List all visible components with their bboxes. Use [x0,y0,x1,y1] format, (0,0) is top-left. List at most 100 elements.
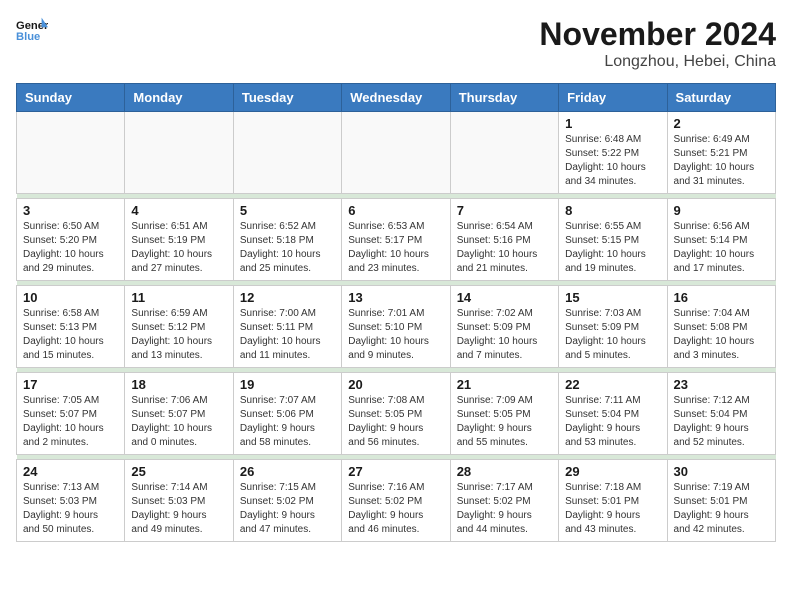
day-info: Sunrise: 7:15 AM Sunset: 5:02 PM Dayligh… [240,481,335,537]
weekday-header-friday: Friday [559,84,667,112]
day-number: 17 [23,377,118,392]
weekday-header-sunday: Sunday [17,84,125,112]
day-number: 25 [131,464,226,479]
day-number: 27 [348,464,443,479]
day-info: Sunrise: 7:02 AM Sunset: 5:09 PM Dayligh… [457,307,552,363]
day-number: 12 [240,290,335,305]
calendar-cell: 7 Sunrise: 6:54 AM Sunset: 5:16 PM Daylig… [450,199,558,281]
calendar-cell: 11Sunrise: 6:59 AM Sunset: 5:12 PM Dayli… [125,286,233,368]
logo: General Blue [16,16,48,44]
day-info: Sunrise: 7:05 AM Sunset: 5:07 PM Dayligh… [23,394,118,450]
calendar-cell: 26Sunrise: 7:15 AM Sunset: 5:02 PM Dayli… [233,460,341,542]
calendar-cell: 28 Sunrise: 7:17 AM Sunset: 5:02 PM Dayli… [450,460,558,542]
day-number: 6 [348,203,443,218]
day-number: 3 [23,203,118,218]
day-number: 21 [457,377,552,392]
day-number: 5 [240,203,335,218]
week-row-2: 10Sunrise: 6:58 AM Sunset: 5:13 PM Dayli… [17,286,776,368]
week-row-4: 24Sunrise: 7:13 AM Sunset: 5:03 PM Dayli… [17,460,776,542]
day-info: Sunrise: 7:13 AM Sunset: 5:03 PM Dayligh… [23,481,118,537]
week-row-1: 3Sunrise: 6:50 AM Sunset: 5:20 PM Daylig… [17,199,776,281]
day-number: 29 [565,464,660,479]
calendar-cell: 13 Sunrise: 7:01 AM Sunset: 5:10 PM Dayli… [342,286,450,368]
day-info: Sunrise: 6:59 AM Sunset: 5:12 PM Dayligh… [131,307,226,363]
calendar-cell: 4 Sunrise: 6:51 AM Sunset: 5:19 PM Daylig… [125,199,233,281]
day-info: Sunrise: 6:52 AM Sunset: 5:18 PM Dayligh… [240,220,335,276]
calendar-cell: 5 Sunrise: 6:52 AM Sunset: 5:18 PM Daylig… [233,199,341,281]
location: Longzhou, Hebei, China [539,53,776,71]
day-info: Sunrise: 7:17 AM Sunset: 5:02 PM Dayligh… [457,481,552,537]
day-number: 7 [457,203,552,218]
day-number: 30 [674,464,769,479]
calendar-cell: 21 Sunrise: 7:09 AM Sunset: 5:05 PM Dayli… [450,373,558,455]
day-number: 1 [565,116,660,131]
day-info: Sunrise: 7:09 AM Sunset: 5:05 PM Dayligh… [457,394,552,450]
day-info: Sunrise: 7:06 AM Sunset: 5:07 PM Dayligh… [131,394,226,450]
day-number: 15 [565,290,660,305]
weekday-header-wednesday: Wednesday [342,84,450,112]
calendar: SundayMondayTuesdayWednesdayThursdayFrid… [16,83,776,542]
calendar-cell: 16 Sunrise: 7:04 AM Sunset: 5:08 PM Dayli… [667,286,775,368]
day-info: Sunrise: 6:48 AM Sunset: 5:22 PM Dayligh… [565,133,660,189]
calendar-cell [17,112,125,194]
title-section: November 2024 Longzhou, Hebei, China [539,16,776,71]
calendar-cell: 29 Sunrise: 7:18 AM Sunset: 5:01 PM Dayli… [559,460,667,542]
calendar-cell: 18 Sunrise: 7:06 AM Sunset: 5:07 PM Dayli… [125,373,233,455]
weekday-header-tuesday: Tuesday [233,84,341,112]
weekday-header-row: SundayMondayTuesdayWednesdayThursdayFrid… [17,84,776,112]
day-number: 23 [674,377,769,392]
day-info: Sunrise: 7:01 AM Sunset: 5:10 PM Dayligh… [348,307,443,363]
calendar-cell [233,112,341,194]
calendar-cell: 9 Sunrise: 6:56 AM Sunset: 5:14 PM Daylig… [667,199,775,281]
calendar-cell: 25 Sunrise: 7:14 AM Sunset: 5:03 PM Dayli… [125,460,233,542]
day-info: Sunrise: 7:16 AM Sunset: 5:02 PM Dayligh… [348,481,443,537]
day-info: Sunrise: 7:04 AM Sunset: 5:08 PM Dayligh… [674,307,769,363]
calendar-cell: 14Sunrise: 7:02 AM Sunset: 5:09 PM Dayli… [450,286,558,368]
svg-text:Blue: Blue [16,31,40,43]
day-info: Sunrise: 7:14 AM Sunset: 5:03 PM Dayligh… [131,481,226,537]
calendar-cell: 30 Sunrise: 7:19 AM Sunset: 5:01 PM Dayli… [667,460,775,542]
day-number: 22 [565,377,660,392]
day-info: Sunrise: 7:07 AM Sunset: 5:06 PM Dayligh… [240,394,335,450]
day-number: 4 [131,203,226,218]
day-info: Sunrise: 6:53 AM Sunset: 5:17 PM Dayligh… [348,220,443,276]
header: General Blue November 2024 Longzhou, Heb… [16,16,776,71]
calendar-cell: 10Sunrise: 6:58 AM Sunset: 5:13 PM Dayli… [17,286,125,368]
week-row-3: 17 Sunrise: 7:05 AM Sunset: 5:07 PM Dayli… [17,373,776,455]
day-number: 19 [240,377,335,392]
weekday-header-monday: Monday [125,84,233,112]
day-number: 8 [565,203,660,218]
calendar-cell: 19 Sunrise: 7:07 AM Sunset: 5:06 PM Dayli… [233,373,341,455]
day-info: Sunrise: 7:08 AM Sunset: 5:05 PM Dayligh… [348,394,443,450]
day-info: Sunrise: 7:12 AM Sunset: 5:04 PM Dayligh… [674,394,769,450]
month-title: November 2024 [539,16,776,53]
day-number: 9 [674,203,769,218]
calendar-cell: 3Sunrise: 6:50 AM Sunset: 5:20 PM Daylig… [17,199,125,281]
day-info: Sunrise: 6:54 AM Sunset: 5:16 PM Dayligh… [457,220,552,276]
calendar-cell: 23 Sunrise: 7:12 AM Sunset: 5:04 PM Dayli… [667,373,775,455]
day-number: 28 [457,464,552,479]
calendar-cell: 1 Sunrise: 6:48 AM Sunset: 5:22 PM Daylig… [559,112,667,194]
calendar-cell: 2 Sunrise: 6:49 AM Sunset: 5:21 PM Daylig… [667,112,775,194]
calendar-cell: 20Sunrise: 7:08 AM Sunset: 5:05 PM Dayli… [342,373,450,455]
logo-icon: General Blue [16,16,48,44]
day-info: Sunrise: 6:58 AM Sunset: 5:13 PM Dayligh… [23,307,118,363]
day-number: 18 [131,377,226,392]
week-row-0: 1 Sunrise: 6:48 AM Sunset: 5:22 PM Daylig… [17,112,776,194]
day-info: Sunrise: 7:18 AM Sunset: 5:01 PM Dayligh… [565,481,660,537]
calendar-cell: 27 Sunrise: 7:16 AM Sunset: 5:02 PM Dayli… [342,460,450,542]
calendar-cell: 17 Sunrise: 7:05 AM Sunset: 5:07 PM Dayli… [17,373,125,455]
calendar-cell [450,112,558,194]
calendar-cell: 6 Sunrise: 6:53 AM Sunset: 5:17 PM Daylig… [342,199,450,281]
day-number: 16 [674,290,769,305]
day-number: 13 [348,290,443,305]
day-number: 2 [674,116,769,131]
day-info: Sunrise: 7:03 AM Sunset: 5:09 PM Dayligh… [565,307,660,363]
calendar-cell: 22Sunrise: 7:11 AM Sunset: 5:04 PM Dayli… [559,373,667,455]
day-info: Sunrise: 7:19 AM Sunset: 5:01 PM Dayligh… [674,481,769,537]
calendar-cell: 24Sunrise: 7:13 AM Sunset: 5:03 PM Dayli… [17,460,125,542]
calendar-cell [342,112,450,194]
day-info: Sunrise: 6:56 AM Sunset: 5:14 PM Dayligh… [674,220,769,276]
day-info: Sunrise: 6:49 AM Sunset: 5:21 PM Dayligh… [674,133,769,189]
day-info: Sunrise: 6:51 AM Sunset: 5:19 PM Dayligh… [131,220,226,276]
